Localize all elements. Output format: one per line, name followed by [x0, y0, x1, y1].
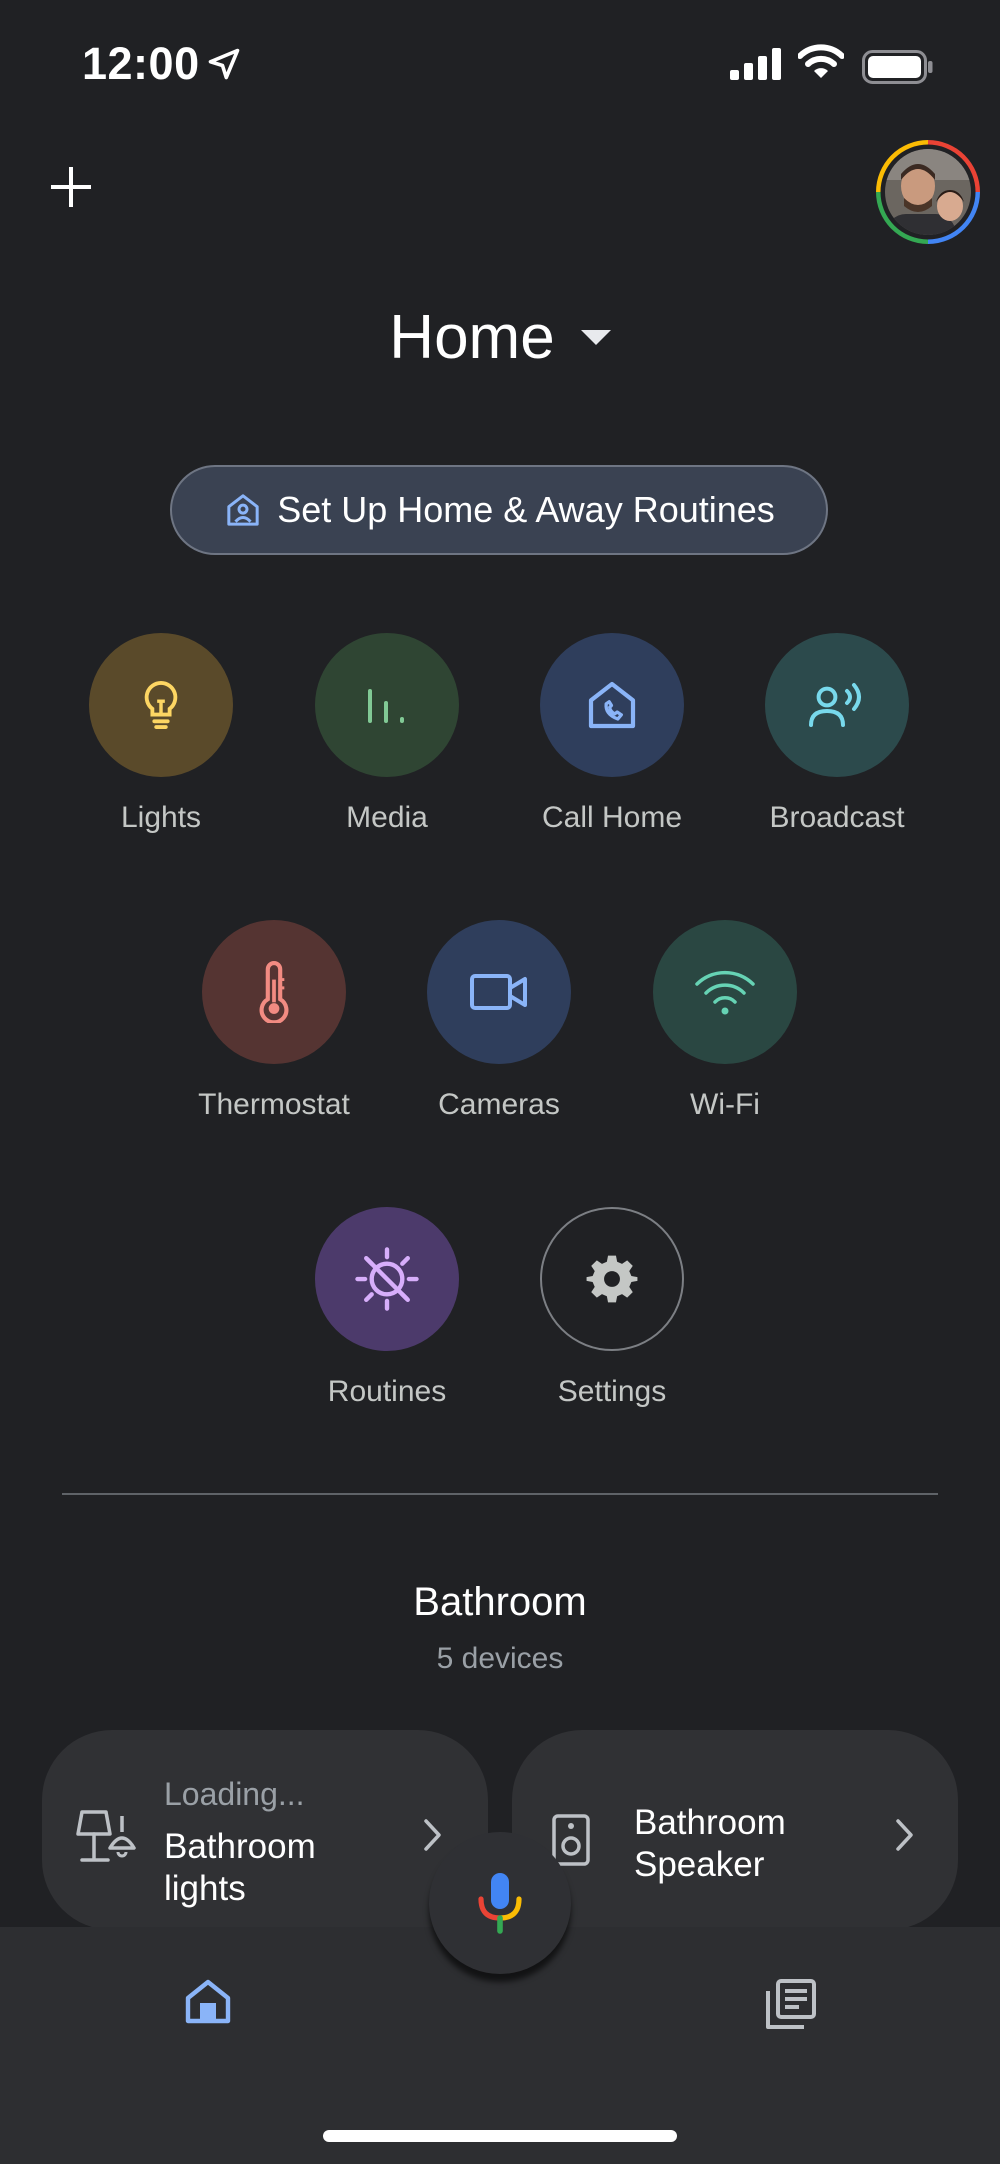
action-broadcast-label: Broadcast	[769, 801, 905, 834]
action-wifi[interactable]: Wi-Fi	[615, 920, 835, 1122]
chevron-right-icon	[424, 1819, 441, 1851]
page-title: Home	[389, 303, 555, 372]
action-call-home-label: Call Home	[541, 801, 683, 834]
wifi-icon	[695, 970, 755, 1015]
broadcast-icon	[809, 683, 861, 727]
account-avatar[interactable]	[876, 140, 980, 244]
device-name-line1: Bathroom	[634, 1803, 786, 1842]
microphone-icon	[478, 1873, 522, 1934]
room-device-count: 5 devices	[436, 1642, 564, 1675]
chevron-right-icon	[896, 1819, 913, 1851]
home-indicator	[323, 2130, 677, 2142]
action-wifi-label: Wi-Fi	[690, 1088, 760, 1121]
feed-tab-icon[interactable]	[764, 1977, 818, 2031]
lamp-icon	[76, 1810, 136, 1862]
action-cameras[interactable]: Cameras	[389, 920, 609, 1122]
dropdown-caret-icon	[580, 329, 611, 345]
action-lights[interactable]: Lights	[51, 633, 271, 835]
routines-icon	[355, 1247, 419, 1311]
device-name-line1: Bathroom	[164, 1827, 316, 1866]
thermometer-icon	[259, 961, 289, 1023]
setup-routines-button[interactable]: Set Up Home & Away Routines	[170, 465, 828, 555]
device-card-bathroom-lights[interactable]: Loading... Bathroom lights	[42, 1730, 488, 1930]
action-media[interactable]: Media	[277, 633, 497, 835]
action-media-label: Media	[346, 801, 428, 834]
media-bars-icon	[368, 689, 404, 723]
action-cameras-label: Cameras	[438, 1088, 560, 1121]
call-home-icon	[588, 681, 636, 729]
assistant-mic-button[interactable]	[429, 1832, 571, 1974]
action-routines[interactable]: Routines	[277, 1207, 497, 1409]
room-title: Bathroom	[413, 1580, 587, 1624]
home-person-icon	[227, 494, 259, 526]
home-tab-icon[interactable]	[184, 1977, 232, 2025]
action-broadcast[interactable]: Broadcast	[727, 633, 947, 835]
divider	[62, 1493, 938, 1495]
add-icon[interactable]	[48, 164, 94, 210]
setup-routines-label: Set Up Home & Away Routines	[277, 489, 775, 530]
device-status: Loading...	[164, 1776, 305, 1812]
status-time: 12:00	[82, 38, 200, 89]
action-thermostat[interactable]: Thermostat	[164, 920, 384, 1122]
home-selector[interactable]: Home	[0, 302, 1000, 373]
speaker-icon	[552, 1814, 590, 1866]
device-name-line2: lights	[164, 1869, 246, 1908]
device-card-bathroom-speaker[interactable]: Bathroom Speaker	[512, 1730, 958, 1930]
location-arrow-icon	[208, 48, 240, 80]
action-thermostat-label: Thermostat	[198, 1088, 350, 1121]
lightbulb-icon	[144, 681, 178, 729]
action-call-home[interactable]: Call Home	[502, 633, 722, 835]
device-name-line2: Speaker	[634, 1845, 765, 1884]
action-settings-label: Settings	[557, 1375, 667, 1408]
video-camera-icon	[470, 974, 527, 1010]
battery-icon	[862, 50, 933, 84]
action-settings[interactable]: Settings	[502, 1207, 722, 1409]
gear-icon	[586, 1255, 638, 1303]
action-routines-label: Routines	[327, 1375, 447, 1408]
cellular-signal-icon	[730, 48, 781, 80]
wifi-status-icon	[798, 44, 844, 78]
action-lights-label: Lights	[120, 801, 202, 834]
